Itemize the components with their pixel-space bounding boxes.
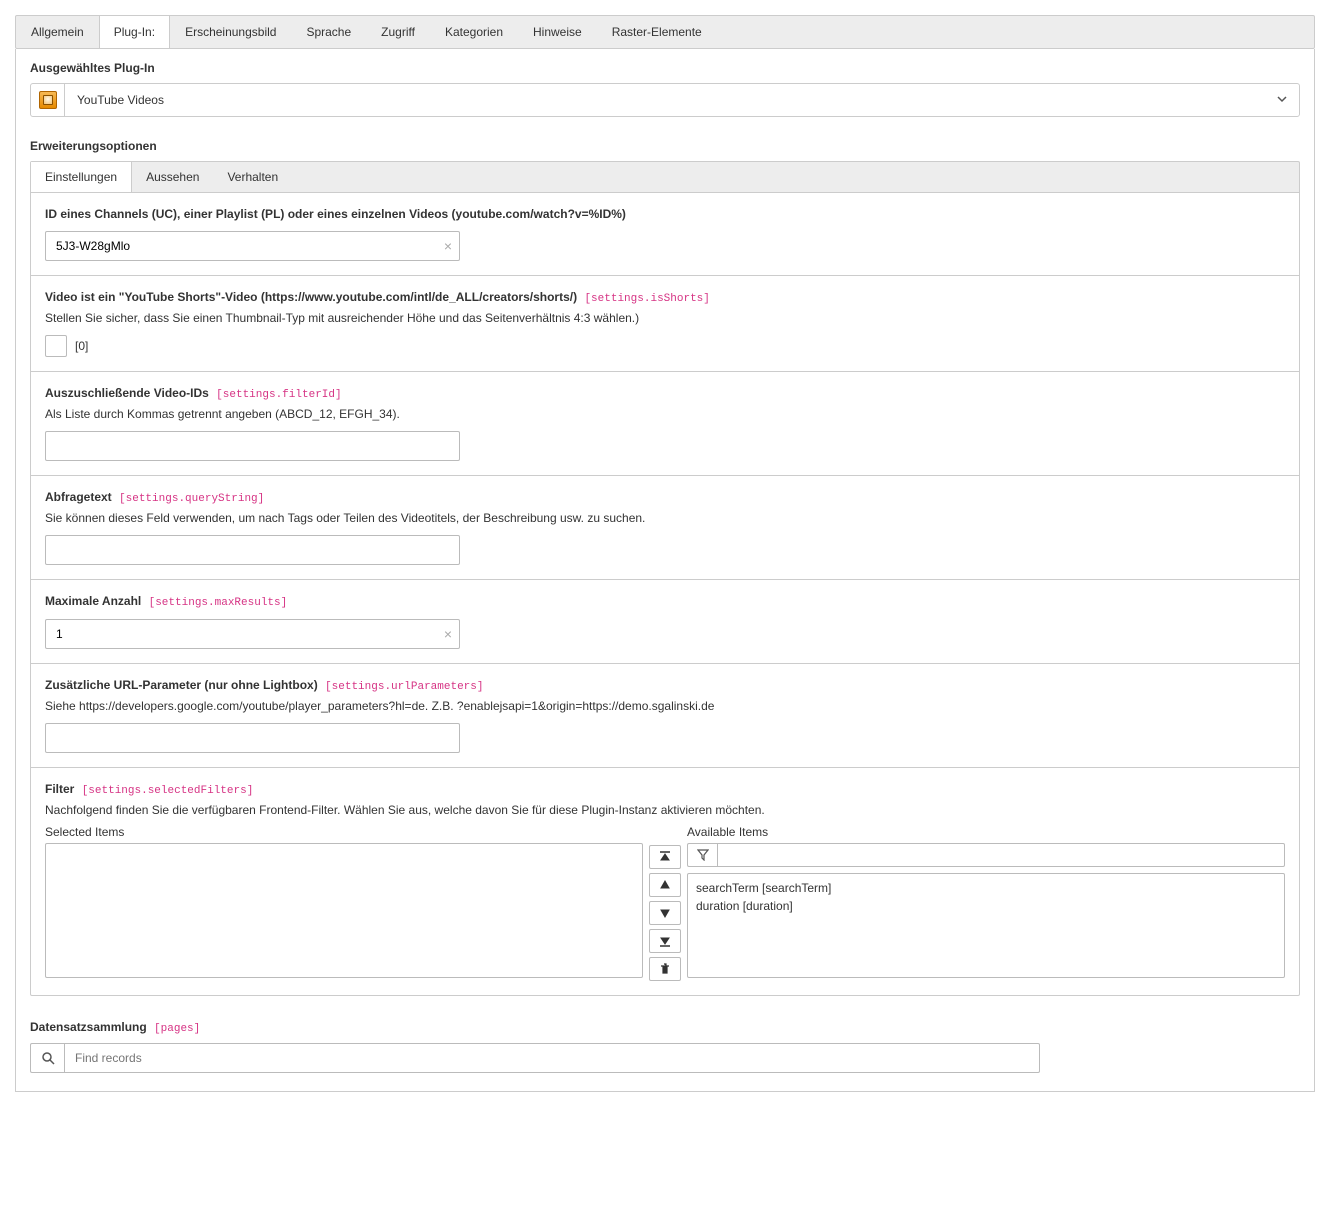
close-icon[interactable]: × — [444, 238, 452, 254]
field-urlparams-key: [settings.urlParameters] — [325, 681, 483, 693]
field-urlparams-help: Siehe https://developers.google.com/yout… — [45, 699, 1285, 713]
field-querystring-label: Abfragetext — [45, 490, 112, 504]
field-maxresults-key: [settings.maxResults] — [149, 597, 288, 609]
selected-plugin-heading: Ausgewähltes Plug-In — [30, 61, 1300, 75]
field-querystring: Abfragetext [settings.queryString] Sie k… — [31, 476, 1299, 580]
records-key: [pages] — [154, 1023, 200, 1035]
field-maxresults: Maximale Anzahl [settings.maxResults] × — [31, 580, 1299, 664]
field-querystring-help: Sie können dieses Feld verwenden, um nac… — [45, 511, 1285, 525]
checkbox-isshorts[interactable] — [45, 335, 67, 357]
field-urlparams-label: Zusätzliche URL-Parameter (nur ohne Ligh… — [45, 678, 318, 692]
field-id-label: ID eines Channels (UC), einer Playlist (… — [45, 207, 1285, 221]
field-selectedfilters-key: [settings.selectedFilters] — [82, 785, 254, 797]
selected-items-label: Selected Items — [45, 825, 643, 839]
available-filter-input[interactable] — [717, 843, 1285, 867]
plugin-name: YouTube Videos — [65, 93, 1265, 107]
filter-icon — [687, 843, 717, 867]
input-id[interactable] — [45, 231, 460, 261]
tab-plugin[interactable]: Plug-In: — [99, 16, 170, 48]
tab-erscheinungsbild[interactable]: Erscheinungsbild — [170, 16, 291, 48]
chevron-down-icon — [1265, 93, 1299, 108]
move-buttons-col — [649, 845, 681, 981]
field-filterid-key: [settings.filterId] — [216, 389, 341, 401]
subpanel-settings: ID eines Channels (UC), einer Playlist (… — [30, 192, 1300, 996]
subtab-aussehen[interactable]: Aussehen — [132, 162, 213, 192]
field-isshorts-help: Stellen Sie sicher, dass Sie einen Thumb… — [45, 311, 1285, 325]
checkbox-isshorts-label: [0] — [75, 339, 88, 353]
field-isshorts-label: Video ist ein "YouTube Shorts"-Video (ht… — [45, 290, 577, 304]
main-tabs: Allgemein Plug-In: Erscheinungsbild Spra… — [15, 15, 1315, 49]
available-items-list[interactable]: searchTerm [searchTerm] duration [durati… — [687, 873, 1285, 978]
records-label: Datensatzsammlung — [30, 1020, 147, 1034]
selected-items-list[interactable] — [45, 843, 643, 978]
tab-zugriff[interactable]: Zugriff — [366, 16, 430, 48]
field-maxresults-label: Maximale Anzahl — [45, 594, 141, 608]
available-items-col: Available Items searchTerm [searchTerm] … — [687, 825, 1285, 981]
field-isshorts-key: [settings.isShorts] — [584, 293, 709, 305]
field-querystring-key: [settings.queryString] — [119, 493, 264, 505]
subtabs: Einstellungen Aussehen Verhalten — [30, 161, 1300, 192]
selected-items-col: Selected Items — [45, 825, 643, 981]
plugin-select[interactable]: YouTube Videos — [30, 83, 1300, 117]
records-block: Datensatzsammlung [pages] — [30, 1020, 1300, 1073]
move-down-button[interactable] — [649, 901, 681, 925]
search-icon — [30, 1043, 64, 1073]
input-urlparams[interactable] — [45, 723, 460, 753]
close-icon[interactable]: × — [444, 626, 452, 642]
field-filterid: Auszuschließende Video-IDs [settings.fil… — [31, 372, 1299, 476]
field-isshorts: Video ist ein "YouTube Shorts"-Video (ht… — [31, 276, 1299, 372]
subtabs-wrap: Einstellungen Aussehen Verhalten ID eine… — [30, 161, 1300, 996]
plugin-panel: Ausgewähltes Plug-In YouTube Videos Erwe… — [15, 49, 1315, 1092]
subtab-verhalten[interactable]: Verhalten — [213, 162, 292, 192]
field-id: ID eines Channels (UC), einer Playlist (… — [31, 193, 1299, 276]
available-items-label: Available Items — [687, 825, 1285, 839]
tab-sprache[interactable]: Sprache — [291, 16, 366, 48]
list-item[interactable]: searchTerm [searchTerm] — [696, 879, 1276, 897]
tab-hinweise[interactable]: Hinweise — [518, 16, 597, 48]
records-search-input[interactable] — [64, 1043, 1040, 1073]
field-urlparams: Zusätzliche URL-Parameter (nur ohne Ligh… — [31, 664, 1299, 768]
tab-kategorien[interactable]: Kategorien — [430, 16, 518, 48]
field-selectedfilters-label: Filter — [45, 782, 74, 796]
input-filterid[interactable] — [45, 431, 460, 461]
field-selectedfilters-help: Nachfolgend finden Sie die verfügbaren F… — [45, 803, 1285, 817]
plugin-type-icon — [39, 91, 57, 109]
move-up-button[interactable] — [649, 873, 681, 897]
tab-raster[interactable]: Raster-Elemente — [597, 16, 717, 48]
delete-button[interactable] — [649, 957, 681, 981]
tab-allgemein[interactable]: Allgemein — [16, 16, 99, 48]
extension-options-heading: Erweiterungsoptionen — [30, 139, 1300, 153]
input-querystring[interactable] — [45, 535, 460, 565]
input-maxresults[interactable] — [45, 619, 460, 649]
move-top-button[interactable] — [649, 845, 681, 869]
move-bottom-button[interactable] — [649, 929, 681, 953]
field-selectedfilters: Filter [settings.selectedFilters] Nachfo… — [31, 768, 1299, 995]
subtab-einstellungen[interactable]: Einstellungen — [31, 162, 132, 192]
plugin-icon-wrap — [31, 84, 65, 116]
field-filterid-label: Auszuschließende Video-IDs — [45, 386, 209, 400]
list-item[interactable]: duration [duration] — [696, 897, 1276, 915]
field-filterid-help: Als Liste durch Kommas getrennt angeben … — [45, 407, 1285, 421]
